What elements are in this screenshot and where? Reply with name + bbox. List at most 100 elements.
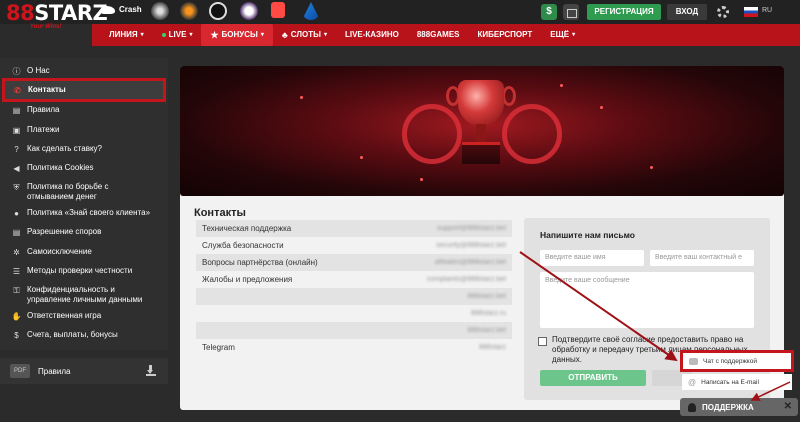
live-dot-icon [161,33,166,37]
sidebar-item-cookies[interactable]: ◀ Политика Cookies [4,163,164,173]
crash-game-link[interactable]: Crash [101,5,142,14]
nav-more[interactable]: ЕЩЁ ▾ [541,24,584,46]
message-field[interactable]: Введите ваше сообщение [540,272,754,328]
nav-slots[interactable]: ♣ СЛОТЫ ▾ [273,24,336,46]
close-icon[interactable]: ✕ [784,401,792,412]
consent-checkbox[interactable] [538,337,547,346]
page-title: Контакты [194,207,246,219]
question-icon: ? [14,144,19,154]
ligue-icon[interactable] [302,2,320,20]
deposit-button[interactable]: $ [541,4,557,20]
table-row: 888starz.bet [196,322,512,339]
sidebar-item-responsible-gaming[interactable]: ✋ Ответственная игра [4,311,164,321]
russia-flag-icon[interactable] [744,7,758,17]
logo-tagline: Your Wins! [30,24,62,30]
nav-live-casino[interactable]: LIVE-КАЗИНО [336,24,408,46]
send-button[interactable]: ОТПРАВИТЬ [540,370,646,386]
trophy-base [462,142,500,164]
nav-esports[interactable]: КИБЕРСПОРТ [469,24,542,46]
dollar-icon: $ [14,330,19,340]
league-badge-icon[interactable] [209,2,227,20]
sidebar-item-rules[interactable]: ▤ Правила [4,105,164,115]
support-menu: Чат с поддержкой @ Написать на E-mail [678,348,796,396]
glow-ring-right [502,104,562,164]
sidebar-item-contacts[interactable]: ✆ Контакты [2,78,166,102]
table-row: Telegram 888starz [202,343,506,352]
contacts-table: Техническая поддержка support@888starz.be… [196,220,512,356]
logo-text: 88STARZ [6,1,108,25]
payments-icon: ▣ [12,125,21,135]
spark [560,84,563,87]
plane-icon [101,5,115,14]
info-icon: ⓘ [12,66,21,76]
document-icon: ▤ [12,105,21,115]
sidebar-item-fairness[interactable]: ☰ Методы проверки честности [4,266,164,276]
at-icon: @ [688,377,697,387]
sidebar-item-self-exclusion[interactable]: ✲ Самоисключение [4,247,164,257]
form-title: Напишите нам письмо [540,230,635,240]
nav-line[interactable]: ЛИНИЯ ▾ [100,24,153,46]
sidebar-item-how-to-bet[interactable]: ? Как сделать ставку? [4,144,164,154]
language-selector[interactable]: RU [762,7,772,14]
gear-icon: ✲ [13,247,20,257]
sidebar-item-accounts[interactable]: $ Счета, выплаты, бонусы [4,330,164,340]
sidebar-item-privacy[interactable]: ⚿ Конфиденциальность и управление личными… [4,285,164,305]
sidebar-item-payments[interactable]: ▣ Платежи [4,125,164,135]
sidebar-item-about[interactable]: ⓘ О Нас [4,66,164,76]
laliga-icon[interactable] [271,2,285,18]
star-icon: ★ [210,30,219,40]
spark [650,166,653,169]
spark [420,178,423,181]
name-field[interactable]: Введите ваше имя [540,250,644,266]
register-button[interactable]: РЕГИСТРАЦИЯ [587,4,661,20]
pdf-label: Правила [38,367,71,376]
phone-icon: ✆ [14,85,21,95]
pdf-download-row[interactable]: PDF Правила [0,358,168,384]
pdf-file-icon: PDF [10,364,30,378]
download-icon[interactable] [146,365,156,376]
main-nav: ЛИНИЯ ▾ LIVE ▾ ★ БОНУСЫ ▾ ♣ СЛОТЫ ▾ LIVE-К… [92,24,800,46]
shield-icon: ⛨ [13,182,20,192]
nav-live[interactable]: LIVE ▾ [153,24,202,46]
support-person-icon [688,402,696,412]
document-icon: ▤ [12,227,21,237]
megaphone-icon: ◀ [13,163,20,173]
crash-label: Crash [119,5,142,14]
slots-icon: ♣ [281,30,288,40]
lock-icon: ⚿ [13,285,20,295]
top-bar: 88STARZ Your Wins! Crash $ РЕГИСТРАЦИЯ В… [0,0,800,30]
sidebar-item-disputes[interactable]: ▤ Разрешение споров [4,227,164,237]
table-row: Техническая поддержка support@888starz.be… [196,220,512,237]
chat-support-option[interactable]: Чат с поддержкой [680,350,794,372]
europa-league-icon[interactable] [180,2,198,20]
nav-888games[interactable]: 888GAMES [408,24,469,46]
spark [360,156,363,159]
table-row: Служба безопасности security@888starz.bet [202,241,506,250]
trophy-stem [476,124,486,142]
table-row: Вопросы партнёрства (онлайн) affiliates@8… [196,254,512,271]
glow-ring-left [402,104,462,164]
champions-league-icon[interactable] [151,2,169,20]
table-row: 888starz.bet [196,288,512,305]
trophy-banner [180,66,784,196]
contact-email-field[interactable]: Введите ваш контактный е [650,250,754,266]
person-icon: ● [14,208,19,218]
table-row: Жалобы и предложения complaints@888starz.… [202,275,506,284]
gift-icon[interactable] [563,4,579,20]
chat-bubble-icon [689,357,698,365]
support-button[interactable]: ПОДДЕРЖКА ✕ [680,398,798,416]
login-button[interactable]: ВХОД [667,4,707,20]
sidebar-item-aml[interactable]: ⛨ Политика по борьбе с отмыванием денег [4,182,164,202]
premier-league-icon[interactable] [240,2,258,20]
email-support-option[interactable]: @ Написать на E-mail [682,374,792,390]
settings-gear-icon[interactable] [717,6,729,18]
site-logo[interactable]: 88STARZ Your Wins! [6,2,108,42]
trophy-handle-right [502,86,516,106]
sidebar-item-kyc[interactable]: ● Политика «Знай своего клиента» [4,208,164,218]
list-icon: ☰ [12,266,21,276]
spark [600,106,603,109]
hand-icon: ✋ [11,311,22,321]
trophy-icon [458,80,504,126]
table-row: 888starz.ru [470,310,506,317]
nav-bonuses[interactable]: ★ БОНУСЫ ▾ [201,24,273,46]
